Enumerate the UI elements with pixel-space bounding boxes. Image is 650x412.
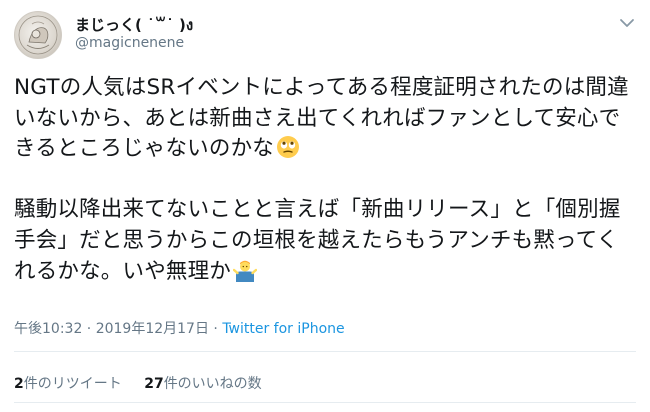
retweets-stat[interactable]: 2件のリツイート [14, 376, 122, 392]
tweet-paragraph-1: NGTの人気はSRイベントによってある程度証明されたのは間違いないから、あとは新… [14, 75, 629, 162]
tweet-timestamp[interactable]: 午後10:32 · 2019年12月17日 · [14, 321, 222, 337]
likes-count: 27 [144, 376, 164, 392]
tweet-text: NGTの人気はSRイベントによってある程度証明されたのは間違いないから、あとは新… [14, 73, 640, 287]
face-with-rolling-eyes-emoji [276, 136, 299, 159]
divider [14, 351, 636, 352]
tweet-paragraph-2: 騒動以降出来てないことと言えば「新曲リリース」と「個別握手会」だと思うからこの垣… [14, 197, 621, 284]
tweet-source-link[interactable]: Twitter for iPhone [222, 321, 344, 337]
divider [14, 402, 636, 403]
tweet-stats: 2件のリツイート 27件のいいねの数 [14, 373, 280, 393]
retweets-count: 2 [14, 376, 24, 392]
person-shrugging-emoji [233, 260, 258, 282]
likes-label: 件のいいねの数 [163, 376, 262, 392]
likes-stat[interactable]: 27件のいいねの数 [144, 376, 261, 392]
tweet-meta: 午後10:32 · 2019年12月17日 · Twitter for iPho… [14, 318, 345, 338]
user-handle[interactable]: @magicnenene [75, 35, 184, 51]
avatar-illustration [18, 15, 58, 55]
chevron-down-icon[interactable] [616, 12, 638, 34]
retweets-label: 件のリツイート [23, 376, 122, 392]
display-name[interactable]: まじっく( ˙꒳​˙ )ง [75, 13, 193, 37]
avatar[interactable] [14, 11, 62, 59]
